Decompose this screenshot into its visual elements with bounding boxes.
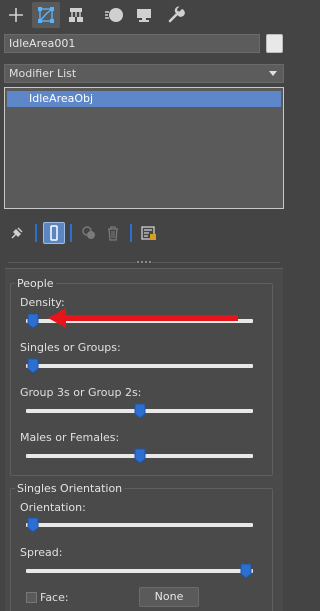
slider-thumb-icon[interactable] bbox=[240, 563, 252, 579]
singles-orientation-group-title: Singles Orientation bbox=[15, 482, 125, 496]
rollout-splitter[interactable] bbox=[0, 256, 288, 268]
face-none-button[interactable]: None bbox=[139, 587, 199, 607]
display-icon bbox=[137, 9, 151, 22]
wrench-icon bbox=[168, 6, 185, 23]
slider-track bbox=[26, 364, 253, 368]
configure-modifier-sets-icon bbox=[141, 226, 156, 240]
pin-stack-icon bbox=[11, 227, 23, 239]
tab-motion[interactable] bbox=[100, 2, 128, 28]
slider-thumb-icon[interactable] bbox=[27, 313, 39, 329]
tab-display[interactable] bbox=[130, 2, 158, 28]
make-unique-button[interactable] bbox=[78, 222, 100, 244]
orientation-slider[interactable] bbox=[26, 517, 253, 533]
slider-track bbox=[26, 523, 253, 527]
spread-label: Spread: bbox=[20, 546, 63, 559]
toolbar-divider bbox=[35, 224, 37, 242]
slider-thumb-icon[interactable] bbox=[27, 358, 39, 374]
pin-stack-button[interactable] bbox=[6, 222, 28, 244]
hierarchy-icon bbox=[69, 8, 83, 22]
remove-modifier-icon bbox=[108, 226, 118, 241]
slider-thumb-icon[interactable] bbox=[134, 403, 146, 419]
slider-track bbox=[26, 569, 253, 573]
singles-or-groups-slider[interactable] bbox=[26, 358, 253, 374]
chevron-down-icon bbox=[269, 71, 277, 76]
remove-modifier-button[interactable] bbox=[102, 222, 124, 244]
males-or-females-slider[interactable] bbox=[26, 448, 253, 464]
modifier-stack[interactable]: IdleAreaObj bbox=[4, 87, 284, 209]
orientation-label: Orientation: bbox=[20, 501, 86, 514]
command-panel-tabs bbox=[0, 0, 288, 30]
tab-utilities[interactable] bbox=[162, 2, 190, 28]
face-label: Face: bbox=[40, 591, 69, 604]
face-checkbox[interactable] bbox=[26, 592, 37, 603]
spread-slider[interactable] bbox=[26, 563, 253, 579]
slider-thumb-icon[interactable] bbox=[134, 448, 146, 464]
singles-or-groups-label: Singles or Groups: bbox=[20, 341, 121, 354]
modify-icon bbox=[38, 7, 54, 23]
people-group-title: People bbox=[15, 277, 56, 291]
show-end-result-icon bbox=[50, 225, 58, 241]
motion-icon bbox=[105, 8, 123, 22]
tab-modify[interactable] bbox=[32, 2, 60, 28]
tab-hierarchy[interactable] bbox=[62, 2, 90, 28]
group3s-or-group2s-label: Group 3s or Group 2s: bbox=[20, 386, 142, 399]
toolbar-divider bbox=[70, 224, 72, 242]
object-color-swatch[interactable] bbox=[266, 34, 283, 53]
males-or-females-label: Males or Females: bbox=[20, 431, 120, 444]
make-unique-icon bbox=[82, 226, 95, 239]
object-name-field[interactable]: IdleArea001 bbox=[4, 34, 260, 53]
modifier-list-dropdown[interactable]: Modifier List bbox=[4, 64, 284, 83]
splitter-grip-icon bbox=[136, 259, 152, 265]
annotation-arrow-icon bbox=[48, 308, 238, 328]
plus-icon bbox=[9, 8, 23, 22]
tab-create[interactable] bbox=[2, 2, 30, 28]
slider-thumb-icon[interactable] bbox=[27, 517, 39, 533]
modifier-list-label: Modifier List bbox=[9, 67, 77, 80]
show-end-result-button[interactable] bbox=[43, 222, 65, 244]
toolbar-divider bbox=[130, 224, 132, 242]
configure-modifier-sets-button[interactable] bbox=[138, 222, 160, 244]
stack-item-idleareaobj[interactable]: IdleAreaObj bbox=[7, 91, 281, 107]
group3s-or-group2s-slider[interactable] bbox=[26, 403, 253, 419]
stack-toolbar bbox=[0, 220, 288, 246]
